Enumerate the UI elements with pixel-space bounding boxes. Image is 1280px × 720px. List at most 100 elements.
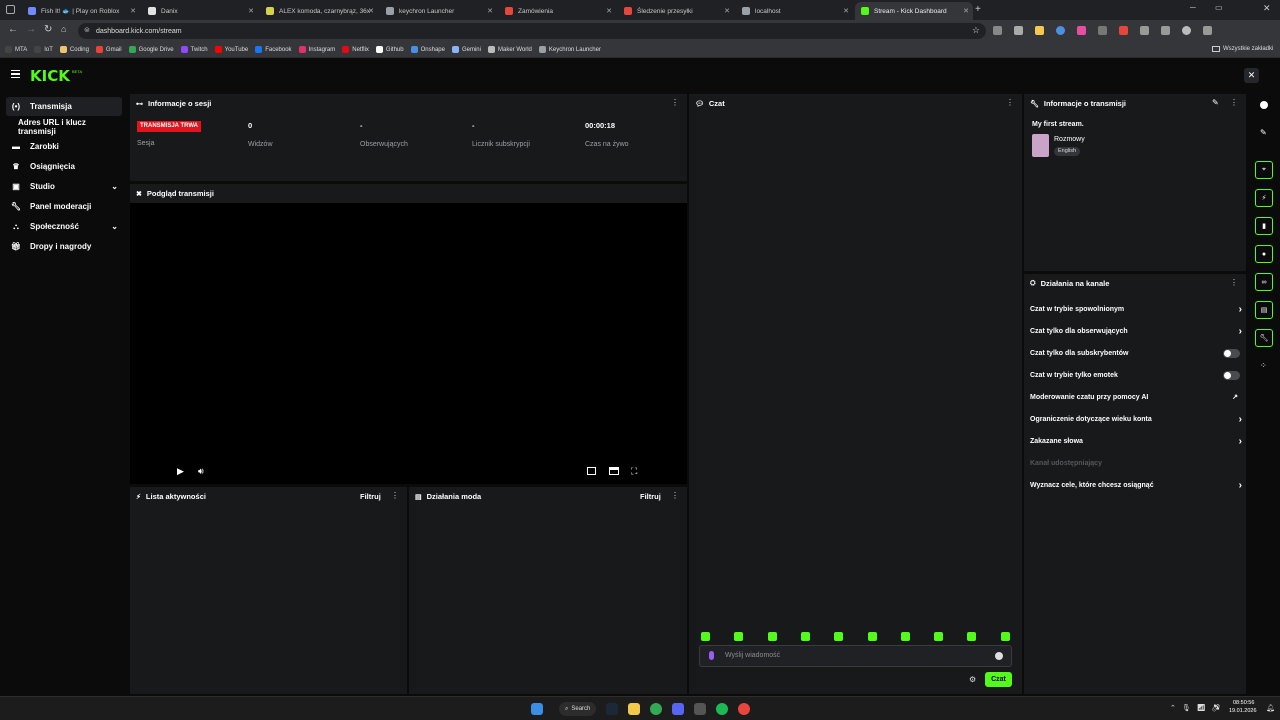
pip-icon[interactable] xyxy=(587,467,596,475)
emote-icon[interactable] xyxy=(834,632,844,641)
widget-lightning-icon[interactable]: ⚡︎ xyxy=(1255,189,1273,207)
emote-icon[interactable] xyxy=(701,632,710,641)
bookmark-item[interactable]: Keychron Launcher xyxy=(538,46,601,53)
sidebar-item[interactable]: ♛ Osiągnięcia xyxy=(6,157,122,176)
system-tray[interactable]: ⌃🎙︎📶︎🔊︎ xyxy=(1170,704,1227,712)
kick-logo[interactable]: KICK xyxy=(30,67,70,85)
bookmark-item[interactable]: Netflix xyxy=(342,46,369,53)
widget-wrench-icon[interactable]: 🔧︎ xyxy=(1255,329,1273,347)
channel-action-item[interactable]: Czat tylko dla obserwujących › xyxy=(1030,323,1242,339)
emote-icon[interactable] xyxy=(967,632,977,641)
bookmark-item[interactable]: YouTube xyxy=(214,46,248,53)
bookmark-item[interactable]: Gemini xyxy=(451,46,481,53)
extension-icon[interactable] xyxy=(1098,26,1107,35)
tab-close-icon[interactable]: ✕ xyxy=(606,7,612,15)
channel-action-item[interactable]: Zakazane słowa › xyxy=(1030,433,1242,449)
filter-button[interactable]: Filtruj xyxy=(640,492,661,501)
browser-tab[interactable]: Zamówienia ✕ xyxy=(499,2,616,20)
extension-icon[interactable] xyxy=(1056,26,1065,35)
more-options-icon[interactable]: ⋮ xyxy=(671,98,679,107)
forward-icon[interactable]: → xyxy=(26,24,36,35)
downloads-icon[interactable] xyxy=(1161,26,1170,35)
widget-list-icon[interactable]: ▤ xyxy=(1255,301,1273,319)
minimize-icon[interactable]: ─ xyxy=(1190,3,1196,12)
extension-icon[interactable] xyxy=(1014,26,1023,35)
filter-button[interactable]: Filtruj xyxy=(360,492,381,501)
taskbar-search[interactable]: ⌕ Search xyxy=(559,702,597,716)
profile-icon[interactable] xyxy=(1182,26,1191,35)
bookmark-item[interactable]: Coding xyxy=(59,46,89,53)
channel-action-item[interactable]: Czat w trybie spowolnionym › xyxy=(1030,301,1242,317)
bookmark-item[interactable]: Google Drive xyxy=(128,46,174,53)
mic-icon[interactable] xyxy=(709,651,714,660)
browser-tab[interactable]: ALEX komoda, czarnybrąz, 36x ✕ xyxy=(260,2,378,20)
extension-icon[interactable] xyxy=(1035,26,1044,35)
more-options-icon[interactable]: ⋮ xyxy=(391,491,399,500)
sidebar-item[interactable]: 🔧︎ Panel moderacji xyxy=(6,197,122,216)
emote-icon[interactable] xyxy=(934,632,944,641)
tab-search-icon[interactable] xyxy=(6,5,15,14)
bookmark-item[interactable]: Onshape xyxy=(410,46,445,53)
window-close-icon[interactable]: ✕ xyxy=(1263,3,1271,14)
edit-layout-icon[interactable]: ✎ xyxy=(1260,128,1267,137)
more-options-icon[interactable]: ⋮ xyxy=(1230,278,1238,287)
chrome-icon[interactable] xyxy=(650,703,662,715)
sidebar-item[interactable]: Adres URL i klucz transmisji xyxy=(6,117,122,136)
toggle-switch[interactable] xyxy=(1223,370,1240,380)
bookmark-item[interactable]: Maker World xyxy=(487,46,532,53)
bookmark-item[interactable]: Github xyxy=(375,46,404,53)
extension-icon[interactable] xyxy=(1119,26,1128,35)
play-icon[interactable]: ▶ xyxy=(177,466,184,477)
volume-icon[interactable]: 🔊︎ xyxy=(198,466,204,477)
puzzle-icon[interactable] xyxy=(1140,26,1149,35)
browser-tab[interactable]: Śledzenie przesyłki ✕ xyxy=(618,2,734,20)
sidebar-item[interactable]: 🎁︎ Dropy i nagrody xyxy=(6,237,122,256)
channel-action-item[interactable]: Ograniczenie dotyczące wieku konta › xyxy=(1030,411,1242,427)
browser-tab[interactable]: keychron Launcher ✕ xyxy=(380,2,497,20)
bookmark-star-icon[interactable]: ☆ xyxy=(972,25,980,36)
browser-tab[interactable]: Stream - Kick Dashboard ✕ xyxy=(855,2,973,20)
info-icon[interactable] xyxy=(1260,101,1268,109)
browser-tab[interactable]: Danix ✕ xyxy=(142,2,258,20)
emote-icon[interactable] xyxy=(900,632,910,641)
spotify-icon[interactable] xyxy=(716,703,728,715)
toggle-switch[interactable] xyxy=(1223,348,1240,358)
sidebar-item[interactable]: ▬ Zarobki xyxy=(6,137,122,156)
emoji-picker-icon[interactable] xyxy=(995,652,1003,660)
site-info-icon[interactable]: ⊜ xyxy=(84,26,90,34)
emote-icon[interactable] xyxy=(1000,632,1010,641)
channel-action-item[interactable]: Czat tylko dla subskrybentów xyxy=(1030,345,1242,361)
more-options-icon[interactable]: ⋮ xyxy=(1230,98,1238,107)
browser-tab[interactable]: Fish It! 🐟 | Play on Roblox ✕ xyxy=(22,2,140,20)
sidebar-item[interactable]: ⛬ Społeczność ⌄ xyxy=(6,217,122,236)
tab-close-icon[interactable]: ✕ xyxy=(724,7,730,15)
chat-input[interactable]: Wyślij wiadomość xyxy=(699,645,1012,667)
menu-icon[interactable] xyxy=(1203,26,1212,35)
more-options-icon[interactable]: ⋮ xyxy=(671,491,679,500)
home-icon[interactable]: ⌂ xyxy=(61,24,66,34)
browser-tab[interactable]: localhost ✕ xyxy=(736,2,853,20)
more-options-icon[interactable]: ⋮ xyxy=(1006,98,1014,107)
emote-icon[interactable] xyxy=(800,632,810,641)
emote-icon[interactable] xyxy=(734,632,744,641)
emote-icon[interactable] xyxy=(767,632,777,641)
tab-close-icon[interactable]: ✕ xyxy=(843,7,849,15)
chat-settings-icon[interactable]: ⚙ xyxy=(969,675,976,684)
start-icon[interactable] xyxy=(531,703,543,715)
maximize-icon[interactable]: ▭ xyxy=(1215,3,1223,12)
edit-icon[interactable]: ✎ xyxy=(1212,98,1219,107)
file-explorer-icon[interactable] xyxy=(628,703,640,715)
sidebar-item[interactable]: ▣ Studio ⌄ xyxy=(6,177,122,196)
notifications-icon[interactable]: 🔔︎ xyxy=(1266,704,1275,712)
tab-close-icon[interactable]: ✕ xyxy=(963,7,969,15)
reload-icon[interactable]: ↻ xyxy=(44,24,52,35)
fullscreen-icon[interactable]: ⛶ xyxy=(631,466,637,477)
close-dashboard-icon[interactable]: ✕ xyxy=(1244,68,1259,83)
discord-icon[interactable] xyxy=(672,703,684,715)
widget-link-icon[interactable]: ∞ xyxy=(1255,273,1273,291)
bookmark-item[interactable]: Facebook xyxy=(255,46,292,53)
tab-close-icon[interactable]: ✕ xyxy=(130,7,136,15)
channel-action-item[interactable]: Wyznacz cele, które chcesz osiągnąć › xyxy=(1030,477,1242,493)
emote-icon[interactable] xyxy=(867,632,877,641)
widget-chat-icon[interactable]: ● xyxy=(1255,245,1273,263)
